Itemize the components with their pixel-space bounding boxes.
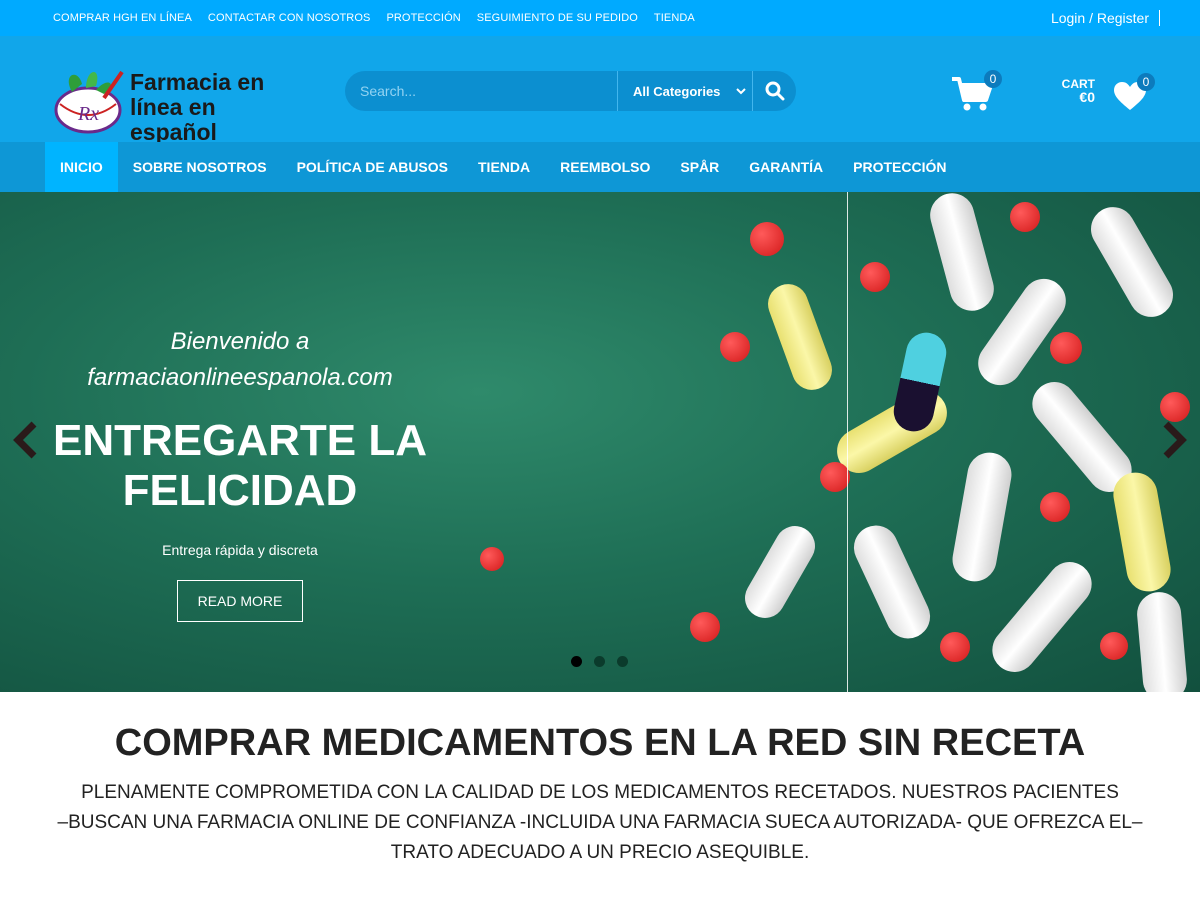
logo-text: Farmacia en línea en español [130, 70, 292, 145]
top-link-tienda[interactable]: TIENDA [654, 12, 695, 24]
hero-welcome-line1: Bienvenido a [170, 328, 310, 355]
cart-summary[interactable]: CART €0 [1062, 78, 1095, 105]
section-body-line1: PLENAMENTE COMPROMETIDA CON LA CALIDAD D… [81, 782, 1119, 803]
login-register-link[interactable]: Login / Register [1051, 10, 1160, 26]
slider-dot-3[interactable] [617, 656, 628, 667]
nav-item-sobre-nosotros[interactable]: SOBRE NOSOTROS [118, 142, 282, 192]
read-more-button[interactable]: READ MORE [177, 580, 303, 622]
top-bar: COMPRAR HGH EN LÍNEA CONTACTAR CON NOSOT… [0, 0, 1200, 36]
nav-item-inicio[interactable]: INICIO [45, 142, 118, 192]
slider-dot-2[interactable] [594, 656, 605, 667]
top-link-proteccion[interactable]: PROTECCIÓN [386, 12, 460, 24]
cart-amount: €0 [1079, 89, 1095, 105]
mortar-pestle-icon: Rx [54, 70, 124, 134]
section-body: PLENAMENTE COMPROMETIDA CON LA CALIDAD D… [30, 778, 1170, 868]
search-icon [765, 81, 784, 101]
top-link-comprar-hgh[interactable]: COMPRAR HGH EN LÍNEA [53, 12, 192, 24]
cart-button[interactable]: 0 [952, 70, 1002, 112]
slider-divider [847, 192, 848, 692]
section-body-line3: TRATO ADECUADO A UN PRECIO ASEQUIBLE. [390, 842, 810, 863]
hero-subtitle: Entrega rápida y discreta [162, 542, 318, 558]
slider-prev-button[interactable] [10, 420, 40, 460]
header: Rx Farmacia en línea en español All Cate… [0, 36, 1200, 145]
chevron-right-icon [1163, 421, 1187, 459]
hero-welcome: Bienvenido a farmaciaonlineespanola.com [40, 324, 440, 396]
hero-slider: Bienvenido a farmaciaonlineespanola.com … [0, 192, 1200, 692]
hero-welcome-line2: farmaciaonlineespanola.com [87, 364, 393, 391]
nav-item-politica-abusos[interactable]: POLÍTICA DE ABUSOS [282, 142, 463, 192]
hero-headline-line2: FELICIDAD [122, 466, 358, 515]
nav-item-spar[interactable]: SPÅR [665, 142, 734, 192]
chevron-left-icon [13, 421, 37, 459]
category-select-value: All Categories [633, 83, 721, 99]
slider-dot-1[interactable] [571, 656, 582, 667]
search-bar: All Categories [345, 71, 796, 111]
slider-next-button[interactable] [1160, 420, 1190, 460]
section-body-line2: –BUSCAN UNA FARMACIA ONLINE DE CONFIANZA… [57, 812, 1143, 833]
logo-text-line2: línea en español [130, 94, 217, 145]
site-logo[interactable]: Rx Farmacia en línea en español [52, 64, 292, 145]
cart-count-badge: 0 [984, 70, 1002, 88]
main-nav: INICIO SOBRE NOSOTROS POLÍTICA DE ABUSOS… [0, 142, 1200, 192]
top-links: COMPRAR HGH EN LÍNEA CONTACTAR CON NOSOT… [53, 0, 695, 36]
section-title: COMPRAR MEDICAMENTOS EN LA RED SIN RECET… [114, 722, 1086, 764]
hero-headline: ENTREGARTE LA FELICIDAD [30, 416, 450, 516]
top-link-contactar[interactable]: CONTACTAR CON NOSOTROS [208, 12, 371, 24]
wishlist-count-badge: 0 [1137, 73, 1155, 91]
svg-text:Rx: Rx [77, 103, 99, 125]
wishlist-button[interactable]: 0 [1113, 73, 1155, 111]
slider-pagination [571, 656, 628, 667]
hero-headline-line1: ENTREGARTE LA [53, 416, 427, 465]
nav-item-proteccion[interactable]: PROTECCIÓN [838, 142, 961, 192]
logo-text-line1: Farmacia en [130, 69, 265, 95]
search-button[interactable] [752, 71, 796, 111]
chevron-down-icon [736, 88, 746, 95]
nav-item-reembolso[interactable]: REEMBOLSO [545, 142, 665, 192]
nav-item-tienda[interactable]: TIENDA [463, 142, 545, 192]
nav-item-garantia[interactable]: GARANTÍA [734, 142, 838, 192]
search-input[interactable] [345, 71, 617, 111]
category-select[interactable]: All Categories [617, 71, 752, 111]
top-link-seguimiento[interactable]: SEGUIMIENTO DE SU PEDIDO [477, 12, 638, 24]
